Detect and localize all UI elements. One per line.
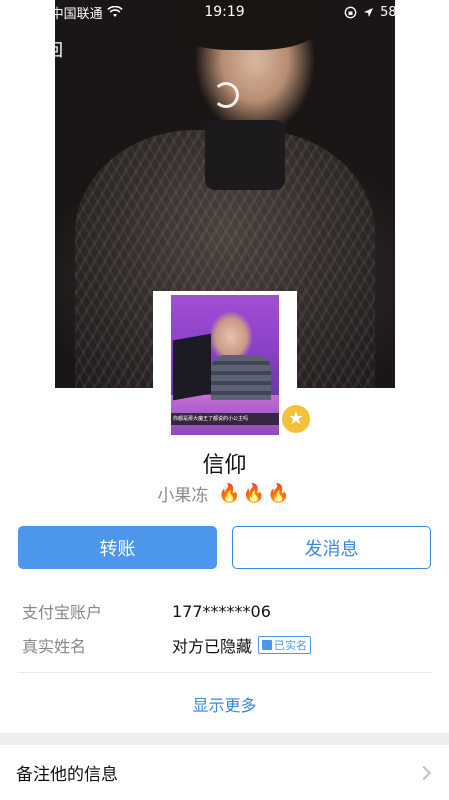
account-value[interactable]: 177******06 (172, 602, 271, 621)
back-label: 返回 (29, 41, 63, 61)
transfer-button[interactable]: 转账 (18, 526, 217, 569)
rotation-lock-icon (344, 6, 357, 18)
signal-strength-icon: ●●●○○ (8, 6, 48, 18)
loading-spinner-icon (213, 82, 239, 108)
send-message-button[interactable]: 发消息 (232, 526, 431, 569)
realname-value: 对方已隐藏 (172, 637, 253, 656)
status-time: 19:19 (204, 4, 245, 20)
chevron-right-icon (416, 765, 432, 780)
back-button[interactable]: 返回 (9, 36, 63, 61)
wifi-icon (106, 6, 123, 17)
avatar-laptop (173, 333, 211, 401)
realname-row: 真实姓名 对方已隐藏 已实名 (22, 633, 312, 657)
remark-label: 备注他的信息 (16, 765, 118, 785)
battery-percent: 58% (380, 4, 409, 20)
battery-icon (415, 6, 443, 18)
user-settings-icon[interactable] (409, 34, 437, 60)
star-icon: ★ (282, 405, 310, 433)
avatar-caption: 你都是那大魔王了都说的小公主吗 (171, 413, 279, 425)
realname-label: 真实姓名 (22, 637, 87, 656)
chevron-left-icon (9, 40, 27, 57)
status-bar: ●●●○○ 中国联通 19:19 58% (0, 0, 449, 24)
fire-icon: 🔥🔥🔥 (218, 483, 292, 504)
nickname-row: 小果冻 🔥🔥🔥 (0, 481, 449, 506)
divider (18, 672, 431, 673)
show-more-link[interactable]: 显示更多 (0, 692, 449, 716)
section-separator (0, 733, 449, 745)
avatar: 你都是那大魔王了都说的小公主吗 (171, 295, 279, 435)
account-label: 支付宝账户 (22, 603, 103, 622)
profile-nickname: 小果冻 (157, 486, 209, 506)
remark-row[interactable]: 备注他的信息 (0, 745, 449, 800)
location-icon (364, 7, 374, 17)
avatar-card[interactable]: 你都是那大魔王了都说的小公主吗 (153, 291, 297, 436)
avatar-shirt (211, 355, 271, 400)
id-card-icon (262, 640, 273, 650)
profile-name: 信仰 (202, 453, 247, 478)
crown-badge[interactable]: ★ (280, 403, 312, 435)
cover-collar (205, 120, 285, 190)
verified-badge[interactable]: 已实名 (258, 636, 312, 654)
account-row: 支付宝账户 177******06 (22, 599, 271, 623)
carrier-name: 中国联通 (50, 6, 103, 22)
verified-badge-label: 已实名 (274, 639, 308, 652)
